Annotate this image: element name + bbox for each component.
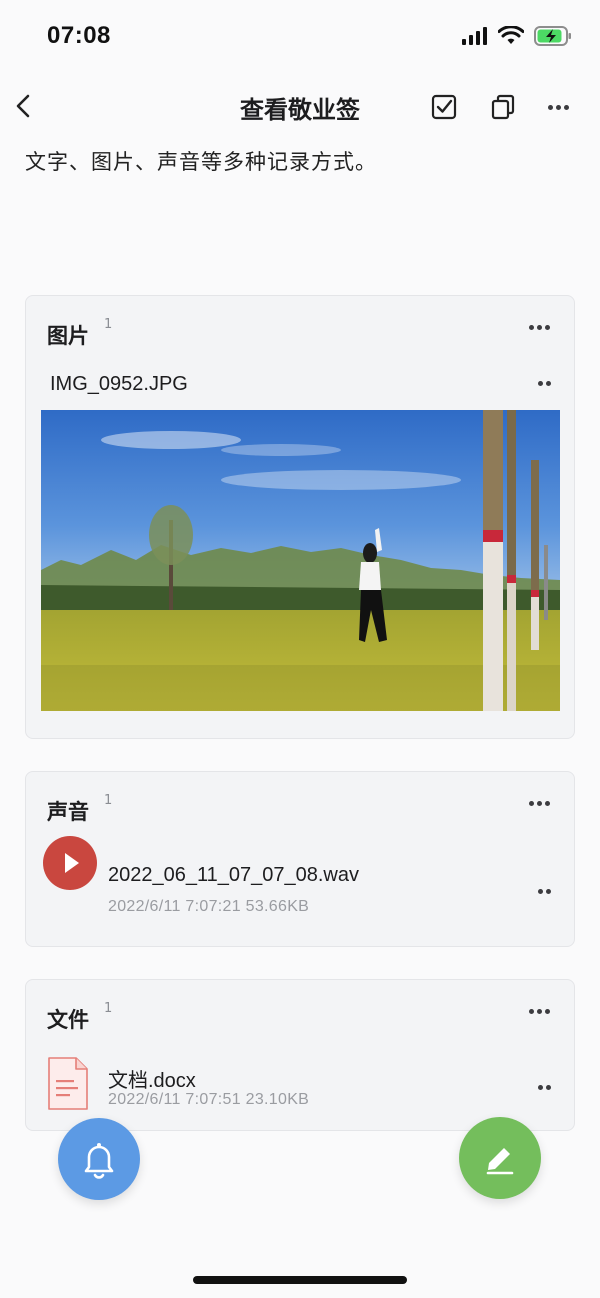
note-text: 文字、图片、声音等多种记录方式。: [25, 150, 377, 174]
doc-item-more-icon[interactable]: [538, 1080, 551, 1094]
image-section-title: 图片: [47, 324, 89, 348]
home-indicator: [193, 1276, 407, 1284]
file-section-title: 文件: [47, 1008, 89, 1032]
wifi-icon: [498, 26, 524, 44]
doc-file-meta: 2022/6/11 7:07:51 23.10KB: [108, 1091, 310, 1108]
more-icon[interactable]: [548, 100, 569, 114]
play-icon: [65, 853, 79, 873]
image-section-count: 1: [104, 317, 113, 332]
image-section-more-icon[interactable]: [529, 320, 550, 334]
doc-file-name[interactable]: 文档.docx: [108, 1064, 196, 1093]
checkbox-icon[interactable]: [430, 93, 458, 121]
bell-icon: [84, 1143, 114, 1179]
file-section-count: 1: [104, 1001, 113, 1016]
status-bar: 07:08: [0, 0, 600, 76]
attached-photo[interactable]: [41, 410, 560, 711]
reminder-button[interactable]: [58, 1118, 140, 1200]
document-icon[interactable]: [46, 1056, 90, 1112]
image-item-more-icon[interactable]: [538, 376, 551, 390]
file-section-more-icon[interactable]: [529, 1004, 550, 1018]
battery-charging-icon: [534, 26, 571, 46]
play-button[interactable]: [43, 836, 97, 890]
audio-section-count: 1: [104, 793, 113, 808]
audio-file-name[interactable]: 2022_06_11_07_07_08.wav: [108, 864, 359, 887]
audio-section-title: 声音: [47, 800, 89, 824]
audio-section-more-icon[interactable]: [529, 796, 550, 810]
status-icons: [462, 26, 572, 46]
audio-item-more-icon[interactable]: [538, 884, 551, 898]
copy-icon[interactable]: [489, 93, 517, 121]
nav-bar: 查看敬业签: [0, 76, 600, 138]
audio-section-card: 声音 1 2022_06_11_07_07_08.wav 2022/6/11 7…: [25, 771, 575, 947]
edit-icon: [486, 1148, 514, 1175]
edit-button[interactable]: [459, 1117, 541, 1199]
image-section-card: 图片 1 IMG_0952.JPG: [25, 295, 575, 739]
status-time: 07:08: [47, 22, 111, 49]
audio-file-meta: 2022/6/11 7:07:21 53.66KB: [108, 898, 310, 915]
signal-icon: [462, 27, 487, 45]
image-file-name[interactable]: IMG_0952.JPG: [50, 373, 188, 396]
file-section-card: 文件 1 文档.docx 2022/6/11 7:07:51 23.10KB: [25, 979, 575, 1131]
